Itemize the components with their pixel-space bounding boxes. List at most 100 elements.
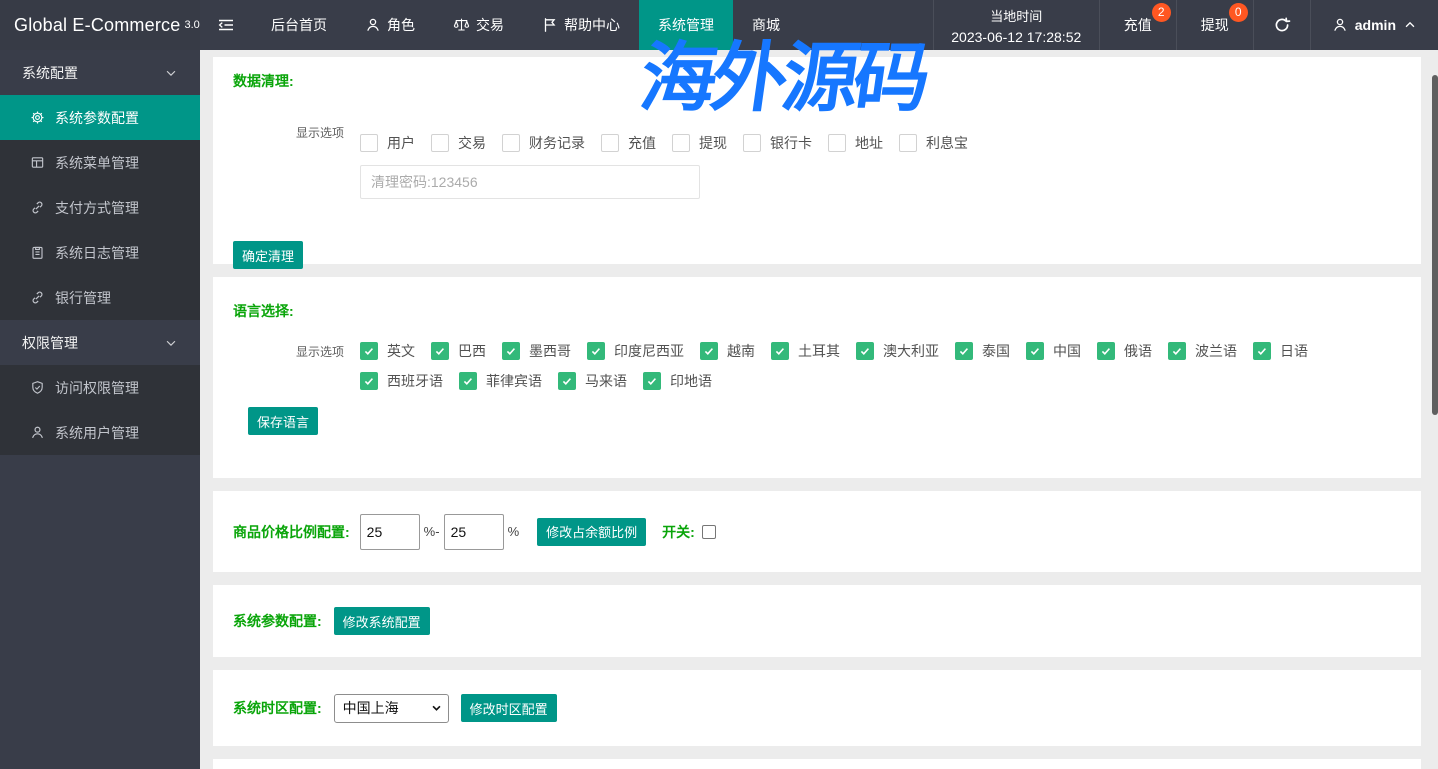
admin-username: admin — [1354, 17, 1396, 33]
language-option-checkbox[interactable]: 印地语 — [643, 371, 712, 391]
nav-item-help-center[interactable]: 帮助中心 — [523, 0, 639, 50]
nav-item-mall[interactable]: 商城 — [733, 0, 799, 50]
sidebar-item-system-logs[interactable]: 系统日志管理 — [0, 230, 200, 275]
checkbox-checked-icon[interactable] — [459, 372, 477, 390]
language-option-checkbox[interactable]: 巴西 — [431, 341, 486, 361]
timezone-select[interactable]: 中国上海 — [333, 693, 449, 723]
nav-item-roles[interactable]: 角色 — [346, 0, 434, 50]
ratio-max-input[interactable] — [443, 513, 504, 550]
sidebar-item-bank-management[interactable]: 银行管理 — [0, 275, 200, 320]
ratio-percent-sign: % — [507, 524, 520, 539]
local-time-block: 当地时间 2023-06-12 17:28:52 — [932, 0, 1100, 50]
sidebar-item-system-users[interactable]: 系统用户管理 — [0, 410, 200, 455]
main-nav: 后台首页 角色 交易 帮助中心 系统管理 商城 — [252, 0, 799, 50]
language-option-checkbox[interactable]: 墨西哥 — [502, 341, 571, 361]
ratio-separator: %- — [423, 524, 440, 539]
nav-item-transactions[interactable]: 交易 — [434, 0, 523, 50]
checkbox-checked-icon[interactable] — [502, 342, 520, 360]
data-clean-option-checkbox[interactable]: 交易 — [431, 133, 486, 153]
checkbox-checked-icon[interactable] — [360, 342, 378, 360]
checkbox-unchecked-icon[interactable] — [672, 134, 690, 152]
sidebar-item-system-params[interactable]: 系统参数配置 — [0, 95, 200, 140]
checkbox-label: 土耳其 — [798, 343, 840, 359]
sidebar-collapse-button[interactable] — [200, 0, 252, 50]
modify-system-config-button[interactable]: 修改系统配置 — [333, 607, 430, 635]
checkbox-label: 地址 — [855, 135, 883, 151]
language-option-checkbox[interactable]: 澳大利亚 — [856, 341, 939, 361]
checkbox-checked-icon[interactable] — [1097, 342, 1115, 360]
checkbox-unchecked-icon[interactable] — [601, 134, 619, 152]
language-option-checkbox[interactable]: 西班牙语 — [360, 371, 443, 391]
nav-label: 帮助中心 — [564, 17, 620, 33]
user-icon — [30, 425, 45, 440]
checkbox-checked-icon[interactable] — [955, 342, 973, 360]
language-option-checkbox[interactable]: 印度尼西亚 — [587, 341, 684, 361]
withdraw-label: 提现 — [1200, 17, 1229, 33]
sidebar-group-label: 系统配置 — [22, 64, 78, 81]
checkbox-checked-icon[interactable] — [856, 342, 874, 360]
log-clipboard-icon — [30, 245, 45, 260]
language-option-checkbox[interactable]: 俄语 — [1097, 341, 1152, 361]
language-option-checkbox[interactable]: 菲律宾语 — [459, 371, 542, 391]
data-clean-option-checkbox[interactable]: 用户 — [360, 133, 415, 153]
data-clean-title: 数据清理: — [233, 73, 294, 89]
modify-timezone-button[interactable]: 修改时区配置 — [460, 694, 557, 722]
checkbox-unchecked-icon[interactable] — [502, 134, 520, 152]
language-option-checkbox[interactable]: 中国 — [1026, 341, 1081, 361]
recharge-button[interactable]: 充值 2 — [1100, 0, 1177, 50]
language-options-row1: 英文 巴西 墨西哥 印度尼西亚 越南 土耳其 澳大利亚 泰国 中国 俄语 波兰语… — [360, 341, 1324, 361]
scrollbar-track[interactable] — [1432, 50, 1438, 769]
checkbox-checked-icon[interactable] — [771, 342, 789, 360]
checkbox-unchecked-icon[interactable] — [360, 134, 378, 152]
scrollbar-thumb[interactable] — [1432, 75, 1438, 415]
checkbox-checked-icon[interactable] — [700, 342, 718, 360]
flag-icon — [542, 17, 558, 33]
scales-icon — [453, 17, 470, 33]
checkbox-checked-icon[interactable] — [360, 372, 378, 390]
ratio-min-input[interactable] — [359, 513, 420, 550]
language-option-checkbox[interactable]: 日语 — [1253, 341, 1308, 361]
sidebar-group-permissions[interactable]: 权限管理 — [0, 320, 200, 365]
modify-balance-ratio-button[interactable]: 修改占余额比例 — [537, 517, 647, 546]
sidebar-item-access-permissions[interactable]: 访问权限管理 — [0, 365, 200, 410]
checkbox-checked-icon[interactable] — [1026, 342, 1044, 360]
checkbox-checked-icon[interactable] — [643, 372, 661, 390]
clean-password-input[interactable] — [360, 165, 700, 199]
gear-icon — [30, 110, 45, 125]
language-option-checkbox[interactable]: 越南 — [700, 341, 755, 361]
sidebar-item-payment-methods[interactable]: 支付方式管理 — [0, 185, 200, 230]
sidebar-group-system-config[interactable]: 系统配置 — [0, 50, 200, 95]
nav-item-system-management[interactable]: 系统管理 — [639, 0, 733, 50]
checkbox-unchecked-icon[interactable] — [431, 134, 449, 152]
data-clean-option-checkbox[interactable]: 地址 — [828, 133, 883, 153]
recharge-count-badge: 2 — [1151, 3, 1171, 22]
language-option-checkbox[interactable]: 英文 — [360, 341, 415, 361]
language-option-checkbox[interactable]: 泰国 — [955, 341, 1010, 361]
checkbox-checked-icon[interactable] — [1253, 342, 1271, 360]
checkbox-unchecked-icon[interactable] — [743, 134, 761, 152]
sidebar-item-system-menu[interactable]: 系统菜单管理 — [0, 140, 200, 185]
save-language-button[interactable]: 保存语言 — [248, 407, 319, 435]
checkbox-checked-icon[interactable] — [1168, 342, 1186, 360]
data-clean-option-checkbox[interactable]: 利息宝 — [899, 133, 968, 153]
nav-item-dashboard[interactable]: 后台首页 — [252, 0, 346, 50]
admin-user-menu[interactable]: admin — [1311, 0, 1438, 50]
language-option-checkbox[interactable]: 波兰语 — [1168, 341, 1237, 361]
language-option-checkbox[interactable]: 土耳其 — [771, 341, 840, 361]
data-clean-option-checkbox[interactable]: 银行卡 — [743, 133, 812, 153]
checkbox-checked-icon[interactable] — [431, 342, 449, 360]
refresh-button[interactable] — [1254, 0, 1311, 50]
data-clean-card: 数据清理: 显示选项 用户 交易 财务记录 充值 提现 银行卡 地址 利息宝 清… — [213, 57, 1421, 269]
checkbox-checked-icon[interactable] — [587, 342, 605, 360]
confirm-clean-button[interactable]: 确定清理 — [233, 241, 304, 269]
ratio-switch-checkbox[interactable] — [701, 524, 716, 539]
checkbox-unchecked-icon[interactable] — [828, 134, 846, 152]
data-clean-option-checkbox[interactable]: 财务记录 — [502, 133, 585, 153]
menu-window-icon — [30, 155, 45, 170]
checkbox-checked-icon[interactable] — [558, 372, 576, 390]
data-clean-option-checkbox[interactable]: 提现 — [672, 133, 727, 153]
withdraw-button[interactable]: 提现 0 — [1177, 0, 1254, 50]
checkbox-unchecked-icon[interactable] — [899, 134, 917, 152]
language-option-checkbox[interactable]: 马来语 — [558, 371, 627, 391]
data-clean-option-checkbox[interactable]: 充值 — [601, 133, 656, 153]
